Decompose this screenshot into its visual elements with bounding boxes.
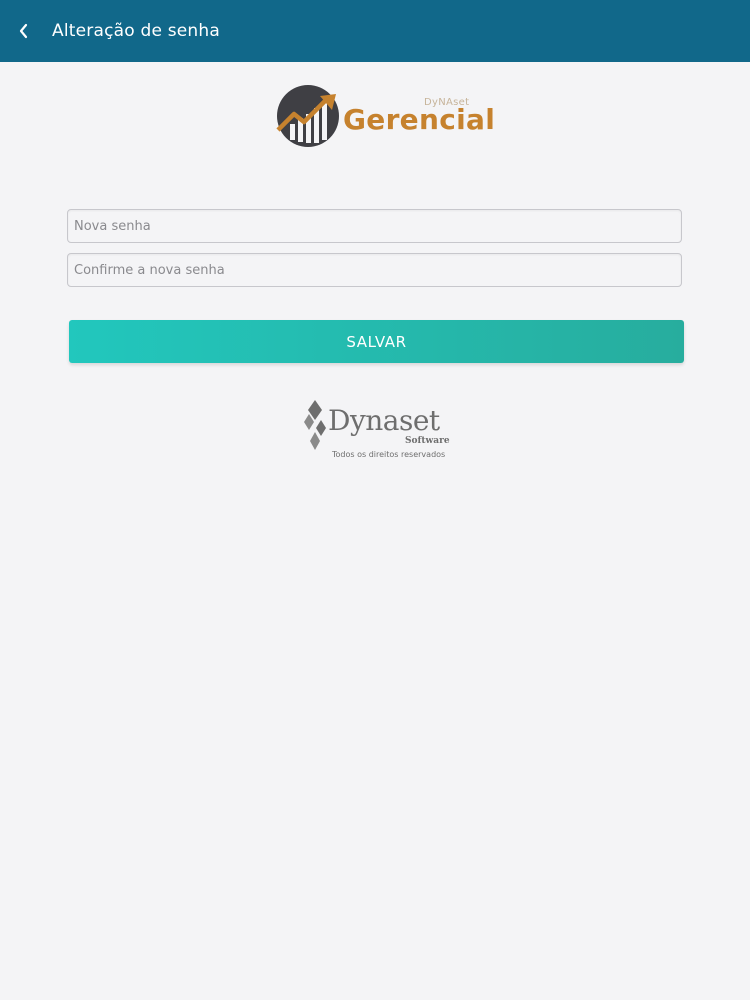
chevron-left-icon (19, 23, 28, 39)
dynaset-software: Software (405, 436, 450, 446)
back-button[interactable] (0, 0, 48, 62)
new-password-input[interactable] (67, 209, 682, 243)
gerencial-logo: DyNAset Gerencial (276, 84, 495, 148)
logo-name: Gerencial (343, 103, 496, 136)
save-button[interactable]: SALVAR (69, 320, 684, 363)
app-header: Alteração de senha (0, 0, 750, 62)
diamond-icon (304, 400, 326, 450)
page-title: Alteração de senha (52, 21, 220, 41)
growth-chart-icon (276, 84, 340, 148)
dynaset-name: Dynaset (328, 404, 440, 437)
dynaset-logo: Dynaset Software Todos os direitos reser… (300, 398, 460, 464)
confirm-password-input[interactable] (67, 253, 682, 287)
rights-text: Todos os direitos reservados (332, 450, 446, 459)
